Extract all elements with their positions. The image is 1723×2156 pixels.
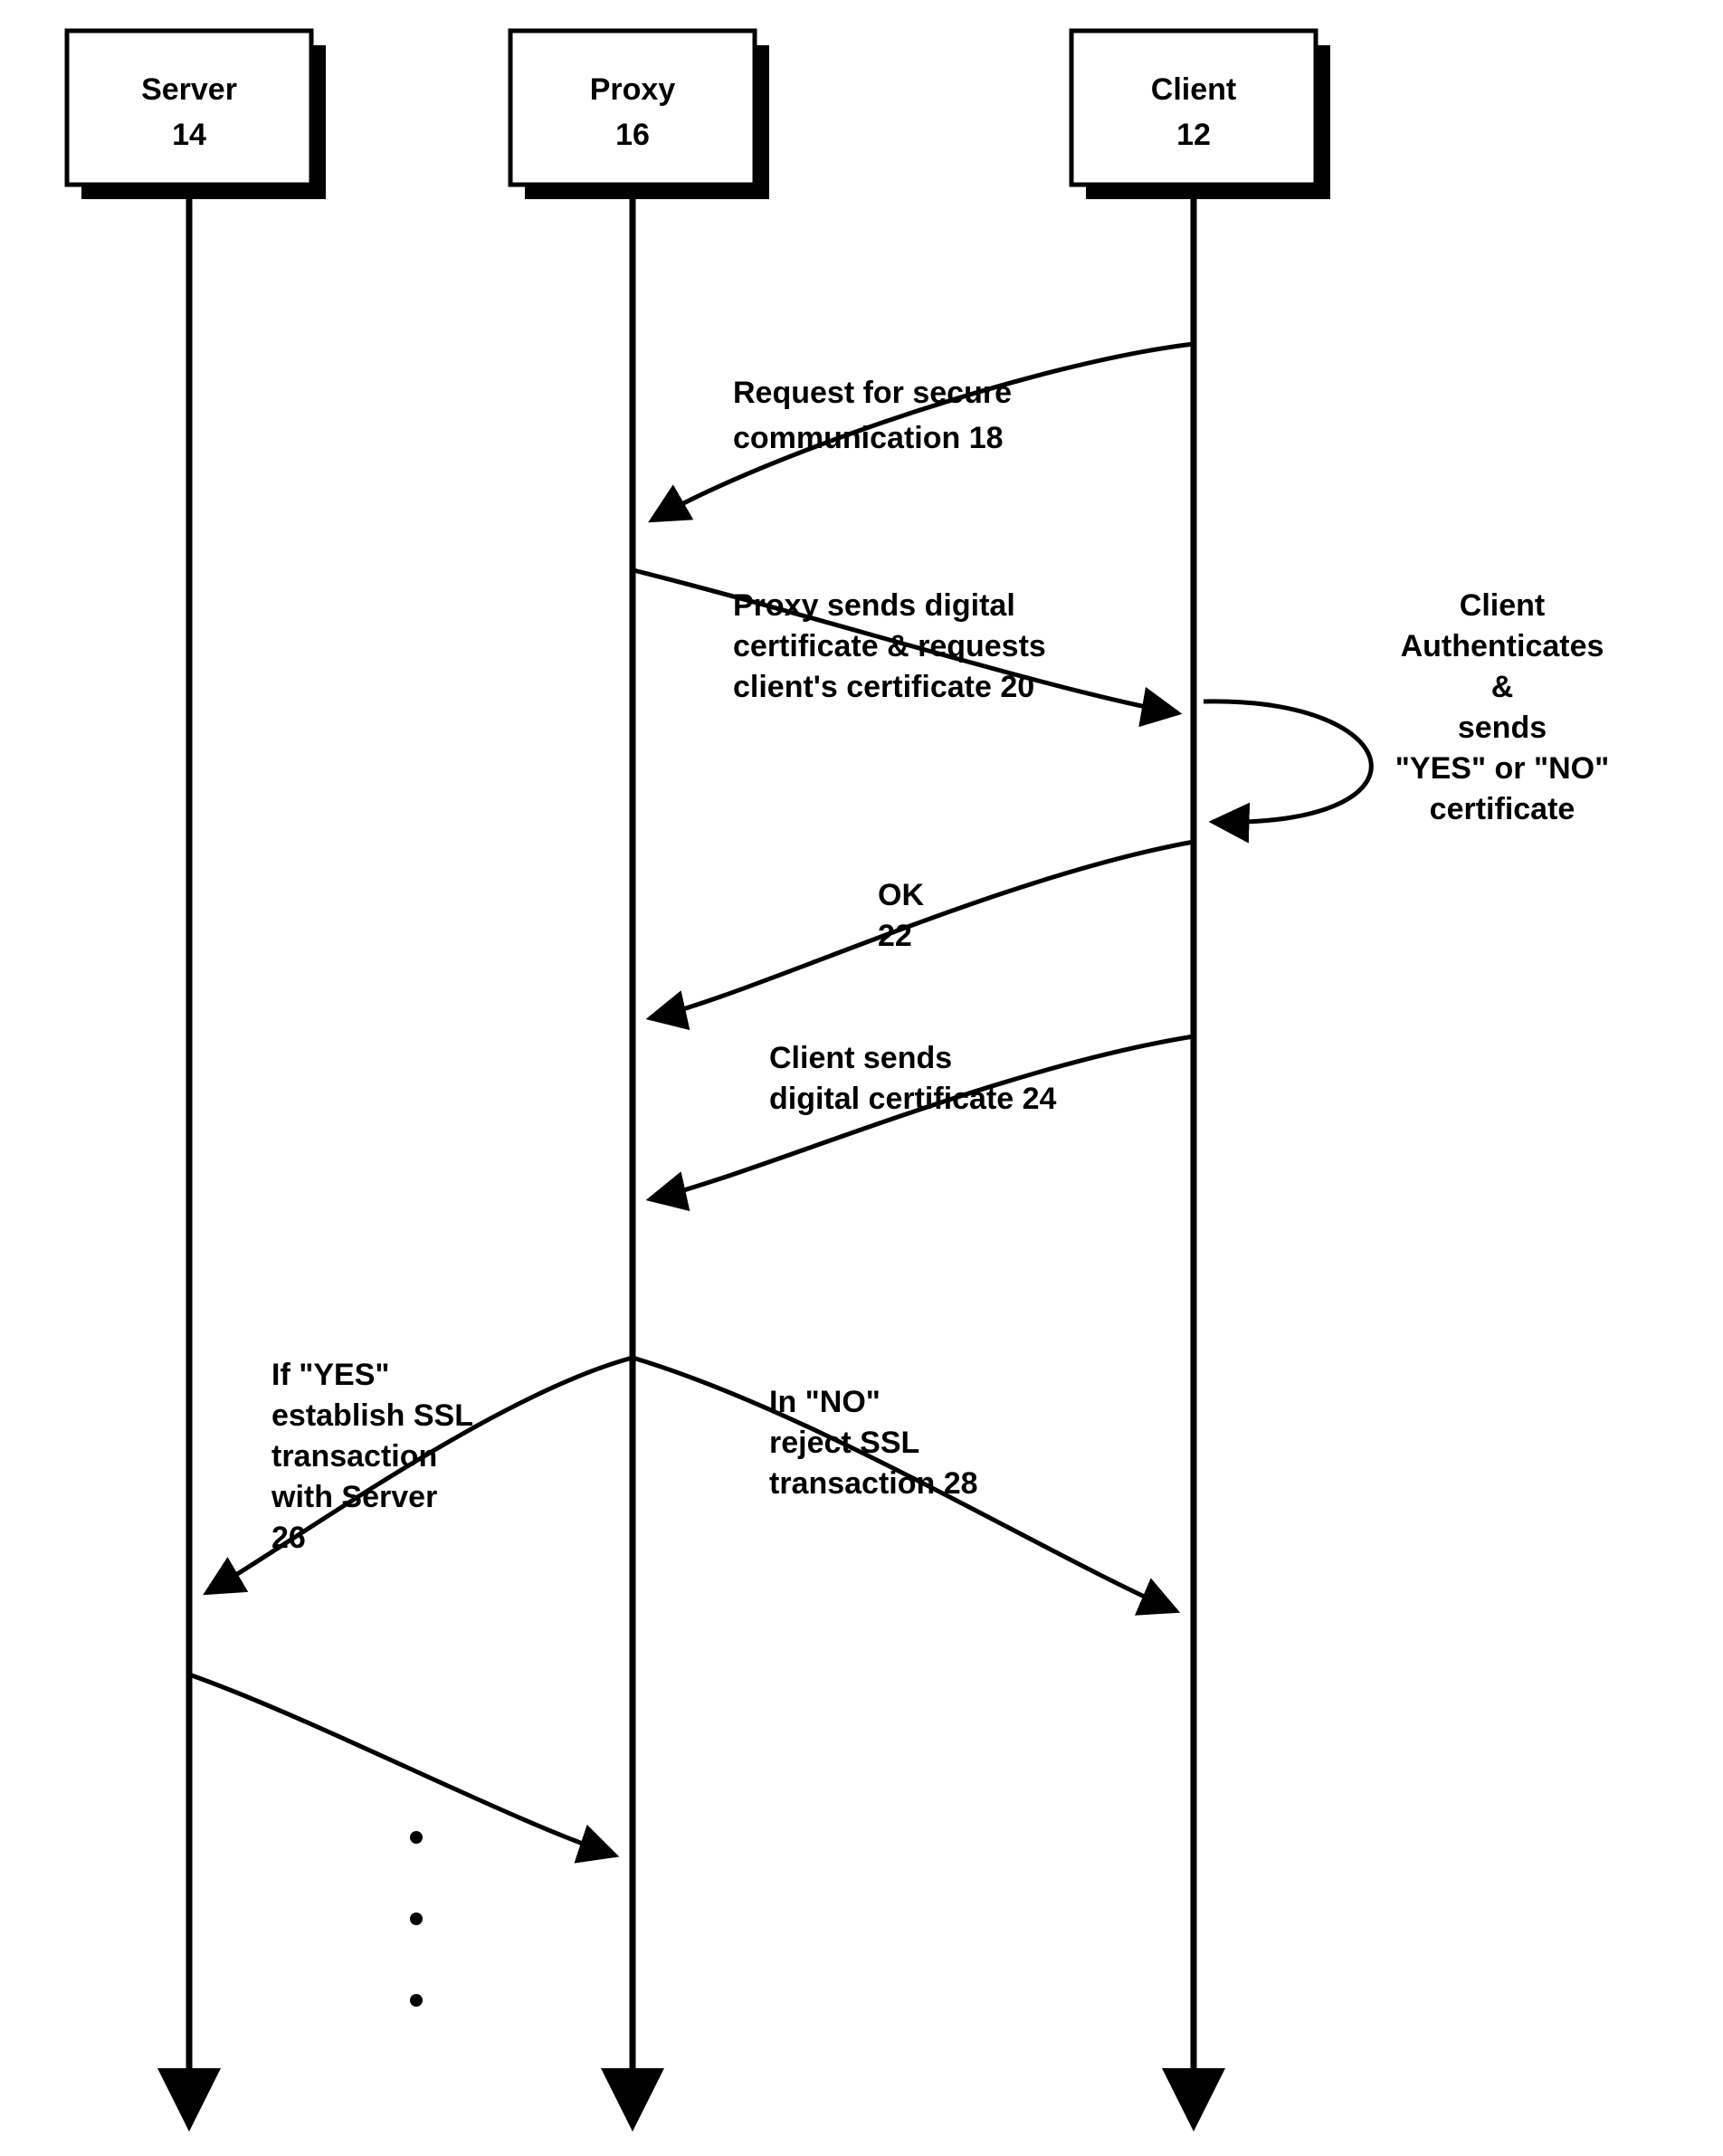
svg-text:client's certificate 20: client's certificate 20 bbox=[733, 670, 1034, 704]
message-22: OK 22 bbox=[650, 842, 1194, 1018]
svg-text:with Server: with Server bbox=[271, 1480, 437, 1514]
svg-text:digital certificate 24: digital certificate 24 bbox=[769, 1082, 1057, 1116]
svg-text:transaction 28: transaction 28 bbox=[769, 1466, 978, 1501]
participant-server: Server 14 bbox=[67, 31, 326, 199]
svg-text:In "NO": In "NO" bbox=[769, 1385, 881, 1419]
svg-text:&: & bbox=[1491, 670, 1514, 704]
server-label: Server bbox=[141, 72, 237, 107]
svg-text:26: 26 bbox=[271, 1521, 306, 1555]
svg-text:communication 18: communication 18 bbox=[733, 421, 1004, 455]
svg-text:establish SSL: establish SSL bbox=[271, 1398, 473, 1433]
proxy-ref: 16 bbox=[615, 118, 650, 152]
participant-client: Client 12 bbox=[1071, 31, 1330, 199]
svg-text:Authenticates: Authenticates bbox=[1401, 629, 1604, 663]
svg-text:If "YES": If "YES" bbox=[271, 1358, 390, 1392]
message-26: If "YES" establish SSL transaction with … bbox=[206, 1358, 633, 1593]
svg-text:22: 22 bbox=[878, 919, 912, 953]
svg-text:"YES" or "NO": "YES" or "NO" bbox=[1395, 751, 1609, 786]
client-label: Client bbox=[1151, 72, 1236, 107]
svg-text:transaction: transaction bbox=[271, 1439, 437, 1474]
message-28: In "NO" reject SSL transaction 28 bbox=[633, 1358, 1176, 1611]
svg-text:sends: sends bbox=[1458, 711, 1547, 745]
proxy-label: Proxy bbox=[590, 72, 676, 107]
svg-text:certificate: certificate bbox=[1430, 792, 1575, 826]
message-20: Proxy sends digital certificate & reques… bbox=[633, 570, 1178, 713]
server-ref: 14 bbox=[172, 118, 206, 152]
client-ref: 12 bbox=[1176, 118, 1211, 152]
client-auth-loop: Client Authenticates & sends "YES" or "N… bbox=[1204, 588, 1609, 826]
message-24: Client sends digital certificate 24 bbox=[650, 1036, 1194, 1199]
message-18: Request for secure communication 18 bbox=[652, 344, 1194, 520]
continuation-dots bbox=[410, 1831, 423, 2007]
message-server-to-proxy-cont bbox=[189, 1674, 615, 1855]
svg-text:reject SSL: reject SSL bbox=[769, 1426, 919, 1460]
svg-text:Request for secure: Request for secure bbox=[733, 376, 1012, 410]
svg-text:Proxy sends digital: Proxy sends digital bbox=[733, 588, 1015, 623]
svg-text:OK: OK bbox=[878, 878, 924, 912]
sequence-diagram: Server 14 Proxy 16 Client 12 Request for… bbox=[0, 0, 1723, 2156]
svg-text:Client sends: Client sends bbox=[769, 1041, 952, 1075]
participant-proxy: Proxy 16 bbox=[510, 31, 769, 199]
svg-text:certificate & requests: certificate & requests bbox=[733, 629, 1046, 663]
svg-text:Client: Client bbox=[1460, 588, 1545, 623]
